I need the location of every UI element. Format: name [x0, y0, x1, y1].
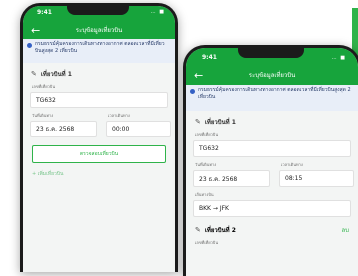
- app-header: ← ระบุข้อมูลเที่ยวบิน: [23, 23, 175, 39]
- edit-icon: ✎: [195, 118, 201, 126]
- info-icon: [190, 89, 195, 94]
- flight-number-label: เลขที่เที่ยวบิน: [195, 240, 219, 245]
- route-field[interactable]: BKK → JFK: [193, 200, 351, 217]
- flight-1-header: ✎ เที่ยวบินที่ 1: [31, 69, 175, 79]
- signal-battery-icon: … ■: [150, 9, 165, 15]
- phone-mockup-back: 9:41 … ■ ← ระบุข้อมูลเที่ยวบิน กรมธรรม์ค…: [20, 3, 178, 272]
- phone-mockup-front: 9:41 … ■ ← ระบุข้อมูลเที่ยวบิน กรมธรรม์ค…: [183, 45, 358, 276]
- phone-notch: [238, 48, 304, 58]
- info-icon: [27, 43, 32, 48]
- delete-flight-button[interactable]: ลบ: [342, 225, 350, 235]
- signal-battery-icon: … ■: [331, 55, 346, 61]
- time-label: เวลาเดินทาง: [108, 113, 130, 118]
- info-text: กรมธรรม์คุ้มครองการเดินทางทางอากาศ ตลอดเ…: [35, 41, 165, 54]
- info-banner: กรมธรรม์คุ้มครองการเดินทางทางอากาศ ตลอดเ…: [23, 39, 175, 63]
- time-input[interactable]: 08:15: [279, 170, 354, 187]
- page-title: ระบุข้อมูลเที่ยวบิน: [248, 72, 296, 79]
- section-title: เที่ยวบินที่ 2: [204, 227, 236, 234]
- flight-2-header: ✎ เที่ยวบินที่ 2 ลบ: [195, 225, 349, 235]
- clock: 9:41: [37, 9, 52, 16]
- time-input[interactable]: 00:00: [106, 121, 171, 137]
- status-bar: 9:41 … ■: [186, 48, 358, 68]
- back-arrow-icon[interactable]: ←: [31, 24, 40, 38]
- status-bar: 9:41 … ■: [23, 6, 175, 23]
- flight-number-label: เลขที่เที่ยวบิน: [32, 84, 56, 89]
- page-title: ระบุข้อมูลเที่ยวบิน: [75, 27, 123, 34]
- info-banner: กรมธรรม์คุ้มครองการเดินทางทางอากาศ ตลอดเ…: [186, 85, 358, 111]
- section-title: เที่ยวบินที่ 1: [40, 71, 72, 78]
- flight-number-input[interactable]: TG632: [193, 140, 351, 157]
- flight-number-label: เลขที่เที่ยวบิน: [195, 132, 219, 137]
- flight-1-header: ✎ เที่ยวบินที่ 1: [195, 117, 358, 127]
- clock: 9:41: [202, 54, 217, 61]
- app-header: ← ระบุข้อมูลเที่ยวบิน: [186, 68, 358, 85]
- add-flight-link[interactable]: + เพิ่มเที่ยวบิน: [32, 170, 175, 178]
- date-input[interactable]: 23 ธ.ค. 2568: [193, 170, 270, 187]
- section-title: เที่ยวบินที่ 1: [204, 119, 236, 126]
- time-label: เวลาเดินทาง: [281, 162, 303, 167]
- route-label: เส้นทางบิน: [195, 192, 214, 197]
- check-flight-button[interactable]: ตรวจสอบเที่ยวบิน: [32, 145, 166, 163]
- back-arrow-icon[interactable]: ←: [194, 69, 203, 83]
- edit-icon: ✎: [31, 70, 37, 78]
- date-input[interactable]: 23 ธ.ค. 2568: [30, 121, 97, 137]
- info-text: กรมธรรม์คุ้มครองการเดินทางทางอากาศ ตลอดเ…: [198, 87, 351, 100]
- date-label: วันที่เดินทาง: [195, 162, 217, 167]
- date-label: วันที่เดินทาง: [32, 113, 54, 118]
- edit-icon: ✎: [195, 226, 201, 234]
- flight-number-input[interactable]: TG632: [30, 92, 168, 108]
- phone-notch: [67, 6, 129, 15]
